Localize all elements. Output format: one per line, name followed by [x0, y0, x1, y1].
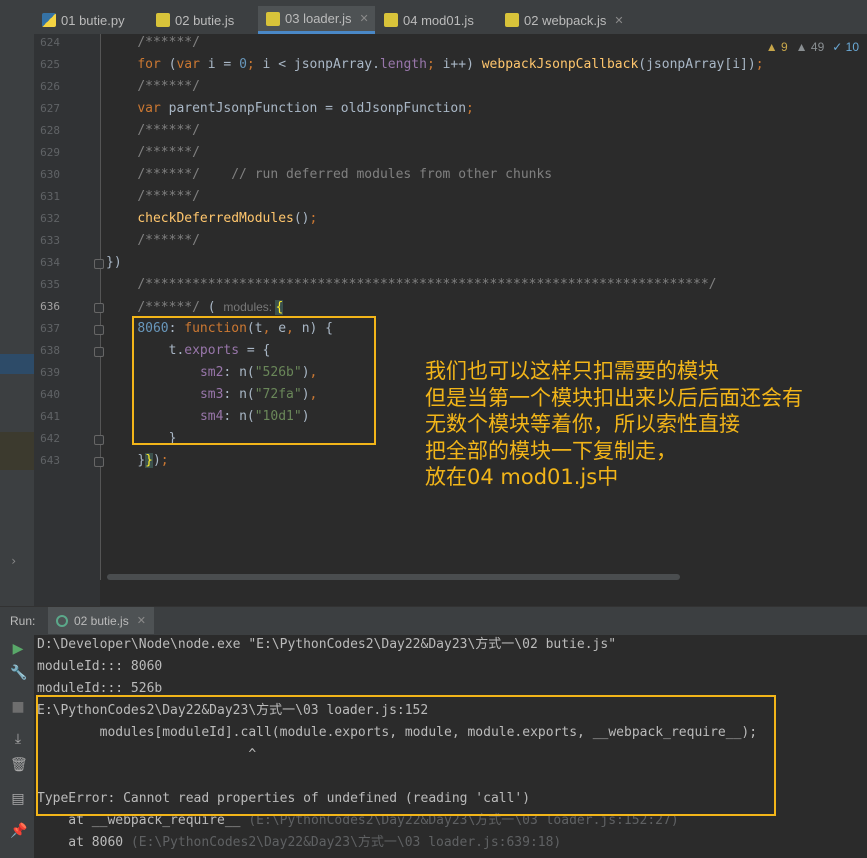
- code-line: 624 /******/: [0, 32, 867, 54]
- line-number: 625: [40, 58, 60, 71]
- line-number: 634: [40, 256, 60, 269]
- line-number: 627: [40, 102, 60, 115]
- code-line: 635 /***********************************…: [0, 274, 867, 296]
- stop-icon[interactable]: ■: [10, 699, 26, 715]
- python-file-icon: [42, 13, 56, 27]
- run-tab-label: 02 butie.js: [74, 613, 129, 628]
- line-number: 624: [40, 36, 60, 49]
- tab-label: 03 loader.js: [285, 11, 352, 26]
- console-line: D:\Developer\Node\node.exe "E:\PythonCod…: [37, 637, 617, 652]
- js-file-icon: [156, 13, 170, 27]
- annotation-line: 但是当第一个模块扣出来以后后面还会有: [425, 385, 803, 410]
- annotation-line: 放在04 mod01.js中: [425, 465, 619, 489]
- code-highlight-box: [132, 316, 376, 445]
- tab-label: 02 butie.js: [175, 12, 235, 28]
- tab-label: 04 mod01.js: [403, 12, 474, 28]
- fold-marker-icon[interactable]: [94, 259, 104, 269]
- close-tab-icon[interactable]: ✕: [360, 12, 369, 25]
- line-number: 626: [40, 80, 60, 93]
- tab-04-mod01-js[interactable]: 04 mod01.js: [384, 6, 474, 34]
- pin-icon[interactable]: 📌: [10, 823, 27, 839]
- code-text: /******/: [137, 233, 200, 248]
- fold-marker-icon[interactable]: [94, 435, 104, 445]
- fold-marker-icon[interactable]: [94, 457, 104, 467]
- code-line: 633 /******/: [0, 230, 867, 252]
- line-number: 632: [40, 212, 60, 225]
- close-tab-icon[interactable]: ✕: [614, 14, 623, 27]
- code-line: 625 for (var i = 0; i < jsonpArray.lengt…: [0, 54, 867, 76]
- code-text: /******/: [137, 79, 200, 94]
- close-run-tab-icon[interactable]: ✕: [137, 614, 146, 627]
- code-line: 636 /******/ ( modules: {: [0, 296, 867, 318]
- line-number: 640: [40, 388, 60, 401]
- run-config-icon: [56, 614, 68, 627]
- code-text: }});: [137, 453, 169, 468]
- code-line: 632 checkDeferredModules();: [0, 208, 867, 230]
- code-text: /******/: [137, 123, 200, 138]
- run-toolbar: ▶ 🔧 ■ ⤓ 🗑 ▤ 📌: [0, 635, 34, 858]
- fold-marker-icon[interactable]: [94, 303, 104, 313]
- line-number: 636: [40, 300, 60, 313]
- code-text: /******/ // run deferred modules from ot…: [137, 167, 553, 182]
- code-line: 631 /******/: [0, 186, 867, 208]
- horizontal-scrollbar[interactable]: [107, 574, 680, 580]
- code-line: 629 /******/: [0, 142, 867, 164]
- fold-marker-icon[interactable]: [94, 325, 104, 335]
- code-text: /***************************************…: [137, 277, 717, 292]
- rerun-icon[interactable]: ▶: [10, 641, 26, 657]
- js-file-icon: [384, 13, 398, 27]
- line-number: 637: [40, 322, 60, 335]
- run-tool-window-header: Run: 02 butie.js ✕: [0, 606, 867, 635]
- code-text: }): [106, 255, 122, 270]
- code-text: /******/: [137, 145, 200, 160]
- code-text: checkDeferredModules();: [137, 211, 318, 226]
- code-text: for (var i = 0; i < jsonpArray.length; i…: [137, 57, 764, 72]
- line-number: 629: [40, 146, 60, 159]
- code-text: /******/: [137, 35, 200, 50]
- tab-01-butie-py[interactable]: 01 butie.py: [42, 6, 125, 34]
- console-line: at 8060 (E:\PythonCodes2\Day22&Day23\方式一…: [37, 835, 562, 850]
- line-number: 641: [40, 410, 60, 423]
- run-label: Run:: [10, 614, 36, 628]
- code-line: 626 /******/: [0, 76, 867, 98]
- tab-label: 02 webpack.js: [524, 12, 607, 28]
- layout-icon[interactable]: ▤: [10, 791, 26, 807]
- js-file-icon: [266, 11, 280, 26]
- code-line: 637 8060: function(t, e, n) {: [0, 318, 867, 340]
- code-line: 627 var parentJsonpFunction = oldJsonpFu…: [0, 98, 867, 120]
- annotation-line: 无数个模块等着你，所以索性直接: [425, 412, 740, 436]
- line-number: 638: [40, 344, 60, 357]
- tab-02-butie-js[interactable]: 02 butie.js: [156, 6, 234, 34]
- stack-trace-link[interactable]: (E:\PythonCodes2\Day22&Day23\方式一\03 load…: [131, 835, 561, 850]
- code-text: /******/: [137, 189, 200, 204]
- line-number: 630: [40, 168, 60, 181]
- line-number: 639: [40, 366, 60, 379]
- scroll-to-end-icon[interactable]: ⤓: [10, 731, 26, 747]
- trash-icon[interactable]: 🗑: [10, 757, 28, 773]
- annotation-line: 我们也可以这样只扣需要的模块: [425, 359, 719, 383]
- line-number: 628: [40, 124, 60, 137]
- line-number: 635: [40, 278, 60, 291]
- code-line: 630 /******/ // run deferred modules fro…: [0, 164, 867, 186]
- console-line: moduleId::: 8060: [37, 659, 163, 674]
- annotation-line: 把全部的模块一下复制走，: [425, 438, 677, 463]
- editor-tab-bar: 01 butie.py 02 butie.js 03 loader.js ✕ 0…: [0, 0, 867, 35]
- line-number: 642: [40, 432, 60, 445]
- code-line: 628 /******/: [0, 120, 867, 142]
- code-text: var parentJsonpFunction = oldJsonpFuncti…: [137, 101, 474, 116]
- annotation-text: 我们也可以这样只扣需要的模块 但是当第一个模块扣出来以后后面还会有 无数个模块等…: [425, 358, 865, 491]
- code-line: 634}): [0, 252, 867, 274]
- error-highlight-box: [36, 695, 776, 816]
- tab-02-webpack-js[interactable]: 02 webpack.js ✕: [505, 6, 624, 34]
- tab-label: 01 butie.py: [61, 12, 125, 28]
- tab-03-loader-js[interactable]: 03 loader.js ✕: [258, 6, 375, 34]
- js-file-icon: [505, 13, 519, 27]
- chevron-right-icon[interactable]: ›: [10, 554, 17, 568]
- fold-marker-icon[interactable]: [94, 347, 104, 357]
- run-tab[interactable]: 02 butie.js ✕: [48, 607, 154, 634]
- wrench-icon[interactable]: 🔧: [10, 665, 27, 681]
- line-number: 631: [40, 190, 60, 203]
- line-number: 633: [40, 234, 60, 247]
- line-number: 643: [40, 454, 60, 467]
